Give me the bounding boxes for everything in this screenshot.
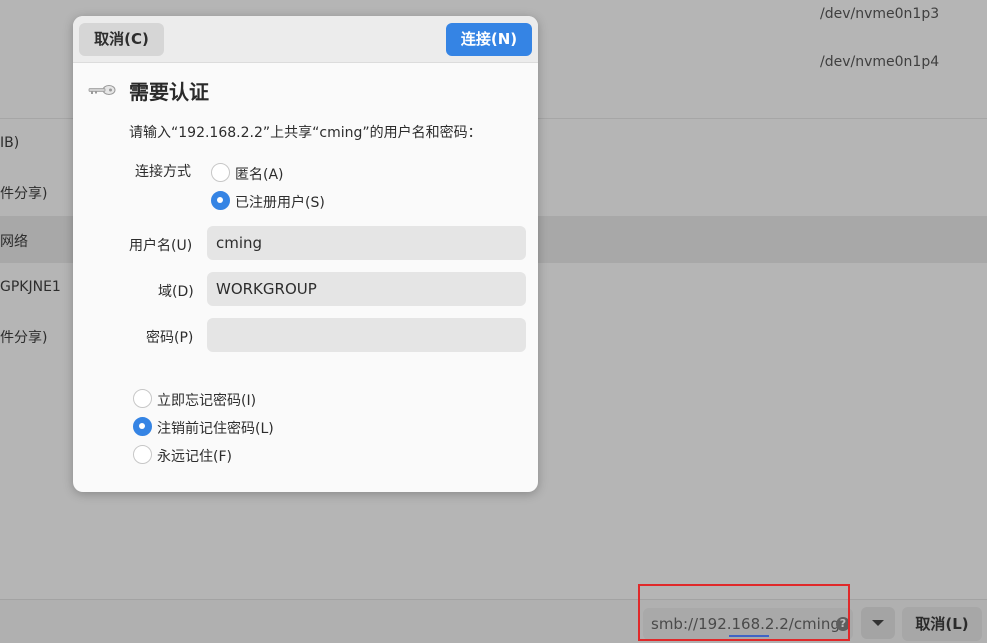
radio-remember-until-logout-label[interactable]: 注销前记住密码(L) <box>157 418 274 438</box>
radio-forget-immediately-label[interactable]: 立即忘记密码(I) <box>157 390 256 410</box>
dialog-description: 请输入“192.168.2.2”上共享“cming”的用户名和密码： <box>129 125 482 141</box>
username-label: 用户名(U) <box>129 238 193 254</box>
bottom-cancel-button[interactable]: 取消(L) <box>902 607 982 641</box>
username-field[interactable]: cming <box>207 226 526 260</box>
domain-label: 域(D) <box>158 284 194 300</box>
device-path-p4[interactable]: /dev/nvme0n1p4 <box>820 54 939 70</box>
radio-remember-until-logout[interactable] <box>133 417 152 436</box>
dialog-connect-button[interactable]: 连接(N) <box>446 23 532 56</box>
radio-anonymous[interactable] <box>211 163 230 182</box>
key-icon <box>88 85 116 95</box>
radio-registered-user-label[interactable]: 已注册用户(S) <box>235 192 325 212</box>
password-label: 密码(P) <box>146 330 194 346</box>
radio-remember-forever-label[interactable]: 永远记住(F) <box>157 446 232 466</box>
connect-method-label: 连接方式 <box>135 164 191 180</box>
highlight-annotation-box <box>638 584 850 641</box>
authentication-dialog: 取消(C) 连接(N) 需要认证 请输入“192.168.2.2”上共享“cmi… <box>73 16 538 492</box>
radio-registered-user[interactable] <box>211 191 230 210</box>
dialog-cancel-button[interactable]: 取消(C) <box>79 23 164 56</box>
radio-forget-immediately[interactable] <box>133 389 152 408</box>
dialog-header: 取消(C) 连接(N) <box>73 16 538 63</box>
password-field[interactable] <box>207 318 526 352</box>
chevron-down-icon <box>872 620 884 626</box>
sidebar-item-1[interactable]: IB) <box>0 135 19 151</box>
sidebar-item-5[interactable]: 件分享) <box>0 327 47 347</box>
sidebar-item-network[interactable]: 网络 <box>0 231 28 251</box>
dialog-title: 需要认证 <box>129 80 209 104</box>
sidebar-item-host[interactable]: GPKJNE1 <box>0 279 61 295</box>
radio-remember-forever[interactable] <box>133 445 152 464</box>
recent-servers-dropdown-button[interactable] <box>861 607 895 639</box>
domain-field[interactable]: WORKGROUP <box>207 272 526 306</box>
sidebar-item-2[interactable]: 件分享) <box>0 183 47 203</box>
radio-anonymous-label[interactable]: 匿名(A) <box>235 164 284 184</box>
device-path-p3[interactable]: /dev/nvme0n1p3 <box>820 6 939 22</box>
